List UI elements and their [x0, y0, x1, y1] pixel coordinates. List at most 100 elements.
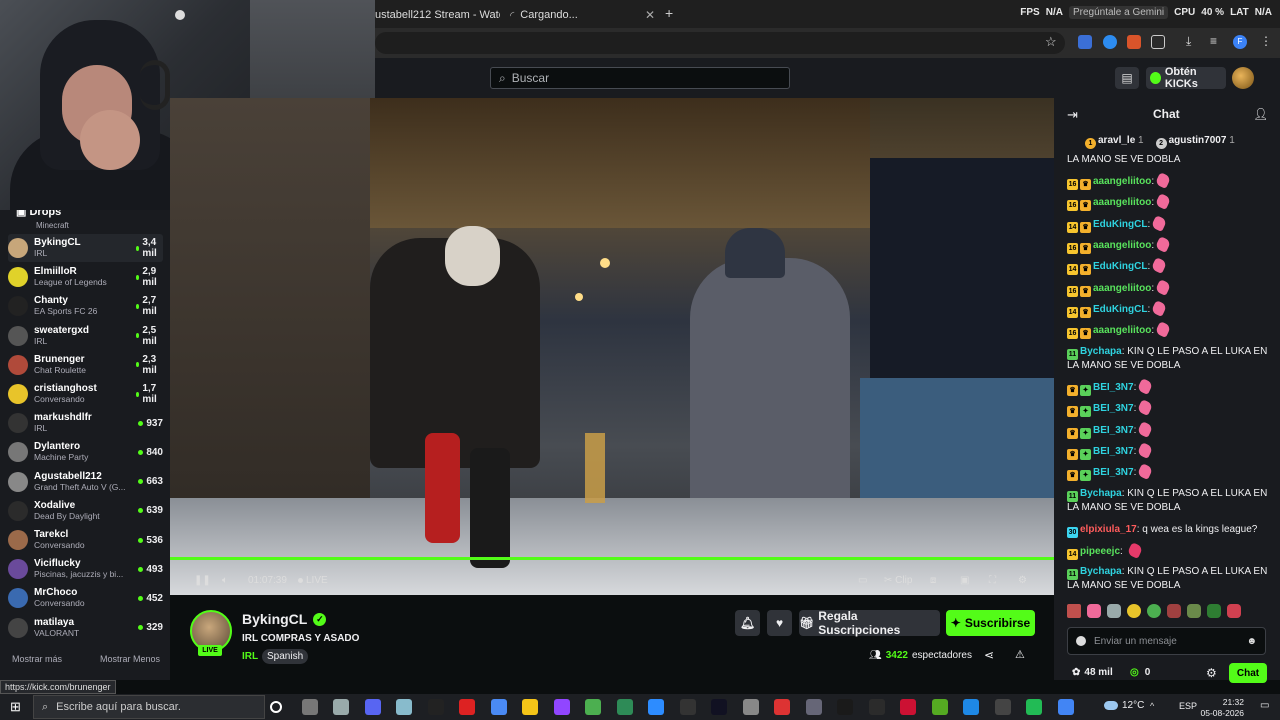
sidebar-channel[interactable]: markushdlfr IRL 937 [8, 409, 163, 437]
download-icon[interactable]: ⤓ [1186, 34, 1191, 49]
volume-icon[interactable]: 🔈︎ [222, 575, 228, 586]
collapse-chat-icon[interactable]: ⇥ [1067, 107, 1078, 123]
close-icon[interactable]: ✕ [645, 8, 655, 22]
sidebar-channel[interactable]: matilaya VALORANT 329 [8, 614, 163, 642]
gifter-2[interactable]: 2 agustin7007 1 [1155, 135, 1235, 149]
app-icon[interactable] [333, 699, 349, 715]
follow-heart-icon[interactable]: ♥ [767, 610, 792, 636]
chat-settings-gear-icon[interactable]: ⚙ [1206, 666, 1217, 680]
app-icon[interactable] [711, 699, 727, 715]
app-icon[interactable] [1026, 699, 1042, 715]
sidebar-channel[interactable]: MrChoco Conversando 452 [8, 584, 163, 612]
sidebar-channel[interactable]: cristianghost Conversando 1,7 mil [8, 380, 163, 408]
emote-icon[interactable] [1127, 604, 1141, 618]
notifications-icon[interactable]: ▭ [1260, 700, 1269, 711]
sidebar-channel[interactable]: ElmiilloR League of Legends 2,9 mil [8, 263, 163, 291]
media-icon[interactable]: ≡ [1210, 34, 1217, 48]
chat-username[interactable]: Bychapa [1080, 488, 1122, 499]
app-icon[interactable] [774, 699, 790, 715]
tab-loading[interactable]: ◜ Cargando... ✕ [510, 4, 655, 26]
app-icon[interactable] [994, 699, 1011, 715]
chrome-icon[interactable] [1057, 699, 1074, 715]
windows-start-icon[interactable]: ⊞ [10, 699, 21, 715]
chat-username[interactable]: BEI_3N7 [1093, 403, 1134, 414]
app-icon[interactable] [396, 699, 412, 715]
show-less-button[interactable]: Mostrar Menos [100, 654, 160, 664]
translate-icon[interactable] [1078, 35, 1092, 49]
video-progress-bar[interactable] [170, 557, 1054, 560]
tray-chevron-icon[interactable]: ^ [1150, 701, 1154, 711]
sticky-notes-icon[interactable] [522, 699, 538, 715]
sidebar-channel[interactable]: Brunenger Chat Roulette 2,3 mil [8, 351, 163, 379]
tab-stream[interactable]: ustabell212 Stream - Watch ✕ [375, 4, 500, 26]
report-icon[interactable]: ⚠ [1015, 648, 1025, 661]
points-balance[interactable]: ◎ 0 [1130, 667, 1150, 678]
chat-username[interactable]: BEI_3N7 [1093, 425, 1134, 436]
chat-username[interactable]: BEI_3N7 [1093, 467, 1134, 478]
sidebar-channel[interactable]: Viciflucky Piscinas, jacuzzis y bi... 493 [8, 555, 163, 583]
new-tab-icon[interactable]: + [665, 5, 673, 21]
search-input[interactable]: ⌕ Buscar [490, 67, 790, 89]
app-icon[interactable] [616, 699, 633, 715]
sidebar-channel[interactable]: Dylantero Machine Party 840 [8, 438, 163, 466]
chat-username[interactable]: EduKingCL [1093, 304, 1147, 315]
kicks-balance[interactable]: ✿ 48 mil [1072, 667, 1113, 678]
app-icon[interactable] [837, 699, 853, 715]
user-avatar[interactable] [1232, 67, 1254, 89]
sidebar-channel[interactable]: Chanty EA Sports FC 26 2,7 mil [8, 292, 163, 320]
taskbar-clock[interactable]: 21:32 05-08-2026 [1200, 697, 1244, 719]
sidebar-channel[interactable]: BykingCL IRL 3,4 mil [8, 234, 163, 262]
sidebar-channel[interactable]: sweatergxd IRL 2,5 mil [8, 322, 163, 350]
chat-username[interactable]: EduKingCL [1093, 219, 1147, 230]
discord-icon[interactable] [364, 699, 381, 715]
app-icon[interactable] [490, 699, 507, 715]
sidebar-channel[interactable]: Tarekcl Conversando 536 [8, 526, 163, 554]
chat-username[interactable]: BEI_3N7 [1093, 446, 1134, 457]
chat-username[interactable]: BEI_3N7 [1093, 382, 1134, 393]
chat-username[interactable]: aaangeliitoo [1093, 283, 1151, 294]
gift-subs-button[interactable]: 🎁︎ Regala Suscripciones [799, 609, 940, 637]
settings-gear-icon[interactable] [742, 699, 759, 715]
emote-icon[interactable] [1227, 604, 1241, 618]
fullscreen-icon[interactable]: ⛶ [989, 575, 996, 586]
emote-icon[interactable] [1067, 604, 1081, 618]
chat-username[interactable]: Bychapa [1080, 566, 1122, 577]
theater-icon[interactable]: ▭ [858, 575, 867, 586]
app-icon[interactable] [805, 699, 822, 715]
pip-icon[interactable]: ▣ [960, 575, 969, 586]
emote-icon[interactable] [1147, 604, 1161, 618]
chat-username[interactable]: Bychapa [1080, 346, 1122, 357]
app-icon[interactable] [427, 699, 444, 715]
show-more-button[interactable]: Mostrar más [12, 654, 62, 664]
emote-icon[interactable] [1107, 604, 1121, 618]
emote-icon[interactable] [1087, 604, 1101, 618]
clip-button[interactable]: ✂ Clip [884, 575, 912, 586]
menu-kebab-icon[interactable]: ⋮ [1260, 34, 1272, 48]
minecraft-icon[interactable] [931, 699, 948, 715]
layout-toggle-icon[interactable]: ▤ [1115, 67, 1139, 89]
chat-username[interactable]: aaangeliitoo [1093, 325, 1151, 336]
chat-users-icon[interactable]: 👤︎ [1253, 107, 1268, 121]
language-indicator[interactable]: ESP [1179, 701, 1197, 711]
notification-bell-icon[interactable]: 🔔︎ [735, 610, 760, 636]
chat-username[interactable]: elpixiula_17 [1080, 524, 1137, 535]
sidebar-channel[interactable]: Agustabell212 Grand Theft Auto V (G... 663 [8, 468, 163, 496]
sidebar-channel[interactable]: Xodalive Dead By Daylight 639 [8, 497, 163, 525]
emoji-icon[interactable]: ☻ [1246, 636, 1257, 647]
chat-username[interactable]: aaangeliitoo [1093, 176, 1151, 187]
extensions-puzzle-icon[interactable] [1151, 35, 1165, 49]
task-view-icon[interactable] [301, 699, 318, 715]
taskbar-search-input[interactable]: ⌕ Escribe aquí para buscar. [33, 695, 265, 719]
chat-username[interactable]: pipeeejc [1080, 546, 1120, 557]
bookmark-star-icon[interactable]: ☆ [1045, 34, 1057, 50]
captions-icon[interactable]: ⧈ [930, 575, 936, 586]
share-icon[interactable]: ⋖ [984, 648, 994, 662]
settings-gear-icon[interactable]: ⚙ [1018, 575, 1027, 586]
chat-send-button[interactable]: Chat [1229, 663, 1267, 683]
chat-input[interactable]: Enviar un mensaje ☻ [1067, 627, 1266, 655]
chat-username[interactable]: aaangeliitoo [1093, 197, 1151, 208]
extension-icon[interactable] [1127, 35, 1141, 49]
profile-icon[interactable]: F [1233, 35, 1247, 49]
gifter-1[interactable]: 1 aravl_le 1 [1085, 135, 1144, 149]
opera-icon[interactable] [459, 699, 475, 715]
